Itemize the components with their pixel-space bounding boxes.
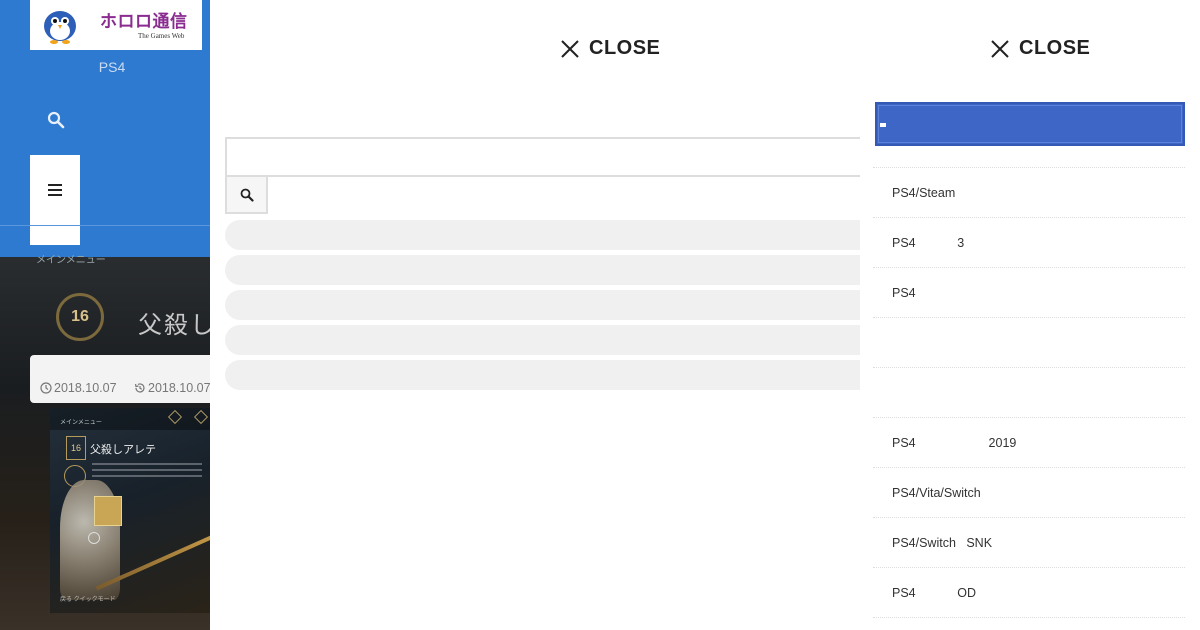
- search-suggestion[interactable]: [225, 325, 885, 355]
- menu-item[interactable]: PS4 3: [873, 218, 1185, 268]
- screenshot-badge: 16: [66, 436, 86, 460]
- clock-icon: [40, 382, 52, 394]
- logo-subtitle: The Games Web: [138, 32, 185, 40]
- menu-item[interactable]: [873, 368, 1185, 418]
- posted-date: 2018.10.07: [40, 381, 117, 395]
- close-icon: [991, 39, 1009, 58]
- search-close-button[interactable]: CLOSE: [560, 37, 660, 60]
- menu-item[interactable]: [873, 118, 1185, 168]
- logo-text: ホロロ通信: [100, 12, 188, 31]
- screenshot-title: 父殺しアレテ: [90, 444, 156, 456]
- site-sidebar: ホロロ通信 The Games Web PS4 メインメニュー 16 父殺し 2…: [0, 0, 210, 630]
- menu-item[interactable]: PS4/Switch SNK: [873, 518, 1185, 568]
- game-menu-label: メインメニュー: [36, 255, 106, 266]
- menu-item-label: PS4/Vita/Switch: [892, 486, 981, 500]
- search-suggestion[interactable]: [225, 255, 885, 285]
- menu-item-label: PS4 3: [892, 236, 965, 250]
- screenshot-item-icon: [94, 496, 122, 526]
- category-label[interactable]: PS4: [0, 59, 210, 75]
- search-suggestion[interactable]: [225, 290, 885, 320]
- article-screenshot[interactable]: メインメニュー 16 父殺しアレテ 戻る クイックモード: [50, 408, 210, 613]
- site-logo[interactable]: ホロロ通信 The Games Web: [30, 0, 202, 50]
- menu-item-label: PS4/Steam: [892, 186, 956, 200]
- close-label: CLOSE: [589, 37, 661, 59]
- history-icon: [134, 383, 145, 393]
- search-icon[interactable]: [46, 110, 66, 130]
- search-suggestion[interactable]: [225, 360, 885, 390]
- menu-item[interactable]: PS4/Steam: [873, 168, 1185, 218]
- menu-item[interactable]: [873, 318, 1185, 368]
- search-submit-button[interactable]: [225, 177, 268, 214]
- updated-date-text: 2018.10.07: [148, 381, 210, 395]
- screenshot-target-icon: [88, 532, 100, 544]
- search-input[interactable]: [225, 137, 880, 177]
- menu-item-label: PS4/Switch SNK: [892, 536, 993, 550]
- menu-item-label: PS4 OD: [892, 586, 977, 600]
- close-label: CLOSE: [1019, 37, 1091, 59]
- search-suggestion[interactable]: [225, 220, 885, 250]
- menu-item-label: PS4: [892, 286, 916, 300]
- bird-logo-icon: [44, 11, 76, 44]
- screenshot-description: [92, 463, 202, 481]
- article-meta-card: 2018.10.07 2018.10.07: [30, 355, 210, 403]
- menu-item[interactable]: PS4 2019: [873, 418, 1185, 468]
- screenshot-menu-label: メインメニュー: [60, 420, 102, 426]
- search-icon: [240, 188, 254, 202]
- updated-date: 2018.10.07: [134, 381, 210, 395]
- posted-date-text: 2018.10.07: [54, 381, 117, 395]
- menu-button[interactable]: [30, 155, 80, 225]
- menu-item[interactable]: PS4 OD: [873, 568, 1185, 618]
- game-quest-title: 父殺し: [138, 313, 210, 339]
- menu-button-tab[interactable]: [30, 226, 80, 245]
- hamburger-icon: [48, 184, 62, 199]
- menu-item-label: PS4 2019: [892, 436, 1017, 450]
- screenshot-footer: 戻る クイックモード: [60, 597, 116, 603]
- game-level-badge: 16: [56, 293, 104, 341]
- menu-close-button[interactable]: CLOSE: [990, 37, 1090, 60]
- menu-item[interactable]: PS4: [873, 268, 1185, 318]
- side-menu-panel: CLOSE PS4/Steam PS4 3 PS4 PS4 2019 PS4/V…: [860, 0, 1200, 630]
- menu-item[interactable]: PS4/Vita/Switch: [873, 468, 1185, 518]
- close-icon: [561, 39, 579, 58]
